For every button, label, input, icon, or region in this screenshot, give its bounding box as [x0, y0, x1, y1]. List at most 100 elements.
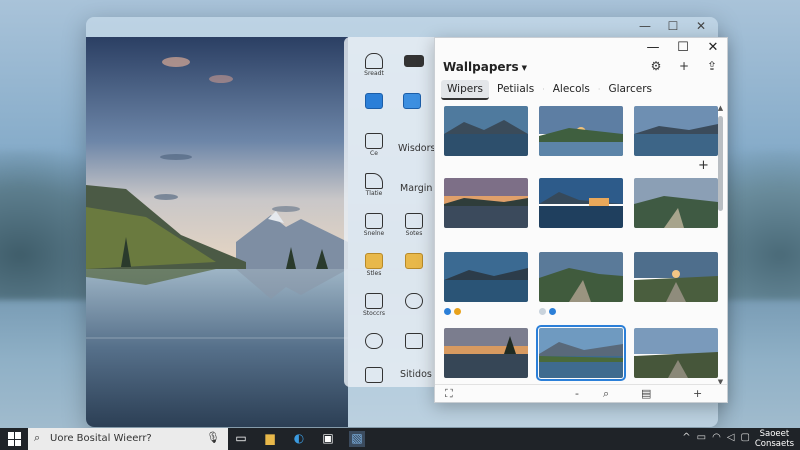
- battery-icon[interactable]: ▭: [697, 432, 706, 443]
- add-wallpaper-plus[interactable]: +: [698, 158, 709, 173]
- wallpaper-thumbnail[interactable]: [444, 328, 528, 378]
- clock-line-1: Saoeet: [759, 429, 790, 439]
- search-placeholder: Uore Bosital Wieerr?: [50, 433, 152, 444]
- start-button[interactable]: [8, 432, 22, 446]
- icon-row-6: Stles: [344, 251, 436, 291]
- wallpaper-thumbnail[interactable]: [444, 106, 528, 156]
- folder-alt-icon[interactable]: [404, 253, 424, 277]
- tab-wipers[interactable]: Wipers: [441, 80, 489, 100]
- wallpaper-grid: +: [442, 106, 718, 384]
- wallpapers-minimize-button[interactable]: —: [643, 40, 663, 55]
- tab-alecols[interactable]: Alecols: [547, 80, 596, 100]
- wallpaper-thumbnail[interactable]: [539, 252, 623, 302]
- notification-icon[interactable]: ▢: [741, 432, 750, 443]
- pen-icon[interactable]: Ce: [364, 133, 384, 157]
- wallpapers-window-controls: — ☐ ✕: [643, 40, 723, 55]
- wallpaper-thumbnail[interactable]: [539, 178, 623, 228]
- settings-icon-panel: Sreadt Ce Wisdors Tlatie Margin Snelne S…: [344, 37, 436, 387]
- icon-row-9: Sitidos: [344, 367, 436, 407]
- tab-separator: ·: [542, 85, 545, 94]
- crop-icon[interactable]: Stoccrs: [363, 293, 385, 317]
- search-icon[interactable]: ⌕: [603, 387, 609, 401]
- landscape-preview-image: [86, 37, 348, 427]
- microphone-icon[interactable]: 🎙: [206, 431, 220, 444]
- chevron-down-icon: ▼: [521, 63, 527, 72]
- add-icon[interactable]: +: [677, 59, 691, 73]
- page-icon[interactable]: ▤: [641, 387, 651, 400]
- taskbar-clock[interactable]: Saoeet Consaets: [755, 429, 794, 449]
- wallpaper-thumbnail[interactable]: [634, 178, 718, 228]
- icon-row-8: [344, 331, 436, 371]
- maximize-button[interactable]: ☐: [666, 19, 680, 33]
- info-badge-icon: [539, 308, 546, 315]
- settings-gear-icon[interactable]: ⚙: [649, 59, 663, 73]
- icon-row-5: Snelne Sotes: [344, 211, 436, 251]
- slideshow-icon[interactable]: [404, 293, 424, 317]
- wallpapers-bottom-bar: ⛶ - ⌕ ▤ +: [435, 384, 727, 402]
- wallpaper-thumbnail-selected[interactable]: [536, 325, 626, 381]
- wallpapers-close-button[interactable]: ✕: [703, 40, 723, 55]
- wallpapers-title-dropdown[interactable]: Wallpapers ▼: [443, 60, 527, 74]
- taskbar-search-box[interactable]: ⌕ Uore Bosital Wieerr? 🎙: [28, 428, 228, 450]
- scrollbar-thumb[interactable]: [718, 116, 723, 211]
- icon-row-3: Ce Wisdors: [344, 131, 436, 171]
- wallpaper-thumbnail[interactable]: [444, 252, 528, 302]
- tab-glarcers[interactable]: Glarcers: [602, 80, 658, 100]
- clock-line-2: Consaets: [754, 439, 794, 449]
- window-blue-icon[interactable]: [364, 93, 384, 117]
- photos-app-icon[interactable]: ▧: [349, 431, 365, 447]
- windows-logo-icon: [8, 432, 14, 439]
- brush-icon[interactable]: Tlatie: [364, 173, 384, 197]
- wallpaper-thumbnail[interactable]: [634, 328, 718, 378]
- wifi-icon[interactable]: ◠: [712, 432, 721, 443]
- wallpaper-thumbnail[interactable]: [539, 106, 623, 156]
- fit-icon[interactable]: ⛶: [445, 387, 453, 401]
- volume-icon[interactable]: ◁: [727, 432, 735, 443]
- edge-browser-icon[interactable]: ◐: [291, 431, 307, 447]
- export-icon[interactable]: ⇪: [705, 59, 719, 73]
- user-icon[interactable]: [364, 333, 384, 357]
- icon-row-7: Stoccrs: [344, 291, 436, 331]
- wallpapers-tabs: Wipers Petiials · Alecols · Glarcers: [441, 80, 658, 100]
- tab-separator: ·: [597, 85, 601, 94]
- store-icon[interactable]: ▣: [320, 431, 336, 447]
- folder-icon[interactable]: Stles: [364, 253, 384, 277]
- wallpaper-thumbnail[interactable]: [634, 252, 718, 302]
- video-icon[interactable]: [404, 55, 424, 79]
- tab-petiials[interactable]: Petiials: [491, 80, 540, 100]
- system-tray: ^ ▭ ◠ ◁ ▢: [682, 432, 750, 443]
- shape-tool-icon[interactable]: Sreadt: [364, 53, 384, 77]
- sync-badge-icon: [444, 308, 451, 315]
- cloud-badge-icon: [549, 308, 556, 315]
- photo-edit-icon[interactable]: Sotes: [404, 213, 424, 237]
- minimize-button[interactable]: —: [638, 19, 652, 33]
- chevron-up-icon[interactable]: ^: [682, 432, 690, 443]
- scroll-up-arrow-icon[interactable]: ▲: [716, 104, 725, 112]
- file-explorer-icon[interactable]: ▆: [262, 431, 278, 447]
- wallpaper-thumbnail[interactable]: [634, 106, 718, 156]
- close-button[interactable]: ✕: [694, 19, 708, 33]
- edit-frame-icon[interactable]: [404, 333, 424, 357]
- taskbar: ⌕ Uore Bosital Wieerr? 🎙 ▭ ▆ ◐ ▣ ▧ ^ ▭ ◠…: [0, 428, 800, 450]
- search-icon: ⌕: [34, 431, 41, 444]
- wallpaper-scrollbar[interactable]: ▲ ▼: [716, 104, 725, 386]
- wallpapers-title: Wallpapers: [443, 60, 519, 74]
- icon-row-4: Tlatie Margin: [344, 171, 436, 211]
- layout-blue-icon[interactable]: [402, 93, 422, 117]
- slides-icon[interactable]: [364, 367, 384, 391]
- icon-row-2: [344, 91, 436, 131]
- margin-label[interactable]: Margin: [400, 183, 432, 194]
- favorite-badge-icon: [454, 308, 461, 315]
- icon-row-1: Sreadt: [344, 51, 436, 91]
- zoom-out-button[interactable]: -: [575, 387, 579, 400]
- background-window-controls: — ☐ ✕: [638, 19, 708, 33]
- windows-label[interactable]: Wisdors: [398, 143, 435, 154]
- wallpapers-maximize-button[interactable]: ☐: [673, 40, 693, 55]
- task-view-icon[interactable]: ▭: [233, 431, 249, 447]
- slides-label[interactable]: Sitidos: [400, 369, 432, 380]
- wallpapers-panel: — ☐ ✕ Wallpapers ▼ ⚙ + ⇪ Wipers Petiials …: [434, 37, 728, 403]
- image-icon[interactable]: Snelne: [364, 213, 384, 237]
- wallpaper-thumbnail[interactable]: [444, 178, 528, 228]
- add-button[interactable]: +: [693, 387, 702, 400]
- wallpapers-actions: ⚙ + ⇪: [649, 59, 719, 73]
